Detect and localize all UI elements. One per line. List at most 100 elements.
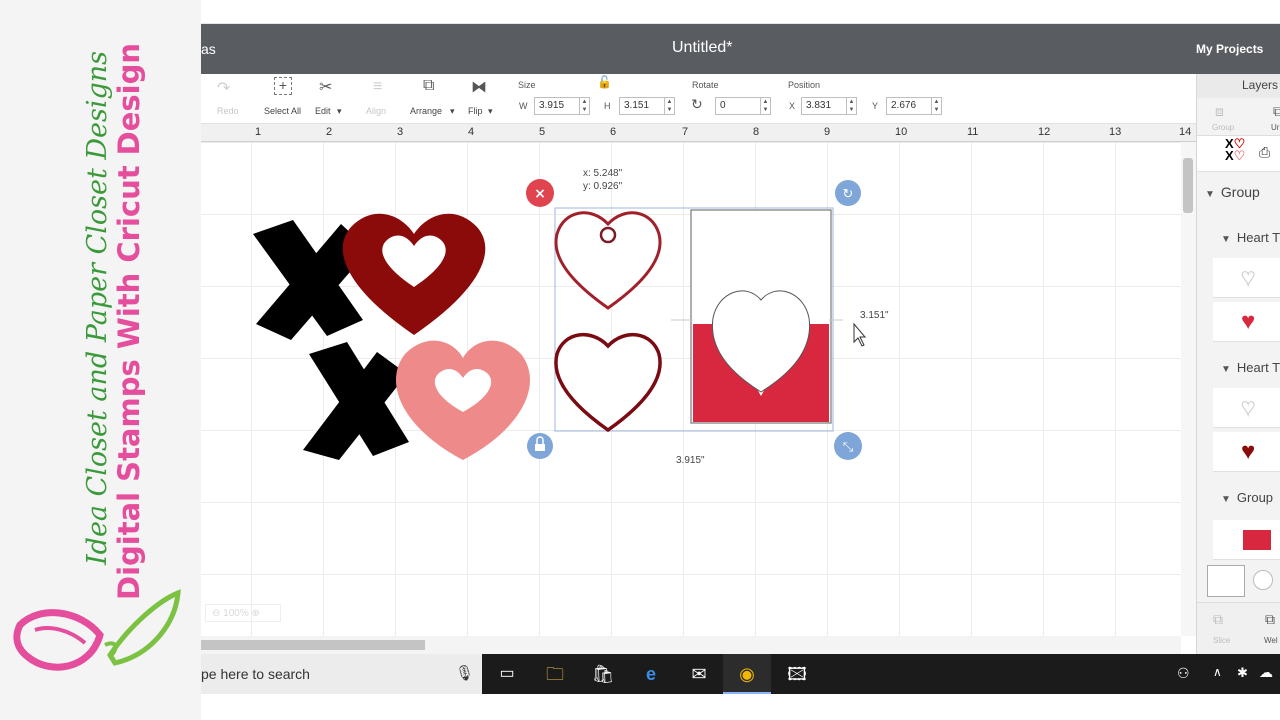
- lock-aspect-icon[interactable]: 🔓: [597, 75, 612, 89]
- group-icon[interactable]: ⧈: [1215, 103, 1224, 120]
- edit-icon[interactable]: ✂: [319, 77, 332, 97]
- tray-chevron-icon[interactable]: ∧: [1213, 665, 1222, 679]
- edit-label[interactable]: Edit: [315, 106, 331, 116]
- arrange-dropdown-icon[interactable]: ▾: [450, 106, 455, 117]
- edge-icon[interactable]: e: [627, 654, 675, 694]
- arrange-label[interactable]: Arrange: [410, 106, 442, 116]
- mouse-cursor-icon: [853, 322, 867, 347]
- collapse-triangle-icon[interactable]: ▼: [1221, 234, 1231, 245]
- redo-icon[interactable]: ↷: [217, 78, 230, 98]
- layer-group-1[interactable]: ▼ Group: [1197, 184, 1280, 200]
- layer-heart-group-1[interactable]: ▼ Heart T: [1197, 230, 1280, 245]
- layer-item-root[interactable]: X♡ X♡ ⎙: [1197, 136, 1280, 172]
- weld-icon[interactable]: ⧉: [1265, 611, 1275, 628]
- align-icon: ≡: [373, 78, 383, 95]
- rotate-stepper-icon[interactable]: ▲ ▼: [760, 98, 770, 114]
- my-projects-link[interactable]: My Projects: [1196, 42, 1263, 56]
- edit-dropdown-icon[interactable]: ▾: [337, 106, 342, 117]
- collapse-triangle-icon[interactable]: ▼: [1205, 189, 1215, 200]
- flip-dropdown-icon[interactable]: ▾: [488, 106, 493, 117]
- layer-group-2[interactable]: ▼ Group: [1197, 490, 1280, 505]
- people-icon[interactable]: ⚇: [1177, 665, 1190, 682]
- photos-icon[interactable]: 🖾: [773, 654, 821, 694]
- heart-tag-outline[interactable]: [554, 211, 662, 310]
- microphone-icon[interactable]: 🎙: [455, 664, 474, 682]
- layer-white-heart-2[interactable]: ♥: [1213, 388, 1280, 428]
- position-y-stepper-icon[interactable]: ▲ ▼: [931, 98, 941, 114]
- browser-top-bar: [201, 0, 1280, 24]
- weld-label[interactable]: Wel: [1264, 636, 1278, 645]
- vertical-scrollbar[interactable]: [1181, 142, 1196, 636]
- vertical-scroll-thumb[interactable]: [1183, 158, 1193, 213]
- layer-dark-red-heart[interactable]: ♥: [1213, 432, 1280, 472]
- canvas-artwork: × ↻ ⤡: [253, 179, 867, 460]
- collapse-triangle-icon[interactable]: ▼: [1221, 494, 1231, 505]
- chrome-icon[interactable]: ◉: [723, 654, 771, 694]
- rotate-handle[interactable]: ↻: [835, 180, 861, 206]
- taskbar-search-box[interactable]: pe here to search 🎙: [201, 654, 482, 694]
- height-field[interactable]: 3.151 ▲ ▼: [619, 97, 675, 115]
- delete-handle[interactable]: ×: [526, 179, 554, 207]
- design-canvas[interactable]: × ↻ ⤡ x: 5.248" y: 0.926" 3.151" 3.915" …: [201, 142, 1181, 636]
- layer-heart-group-2[interactable]: ▼ Heart T: [1197, 360, 1280, 375]
- heart-outline[interactable]: [554, 332, 662, 433]
- layer-red-heart[interactable]: ♥: [1213, 302, 1280, 342]
- zoom-level: 100%: [223, 608, 249, 619]
- heart-pocket-card[interactable]: [671, 209, 843, 424]
- group-button-label[interactable]: Group: [1212, 123, 1234, 132]
- mail-icon[interactable]: ✉: [675, 654, 723, 694]
- store-icon[interactable]: 🛍: [579, 654, 627, 694]
- position-y-field[interactable]: 2.676 ▲ ▼: [886, 97, 942, 115]
- resize-handle[interactable]: ⤡: [834, 432, 862, 460]
- rotate-icon: ↻: [691, 96, 703, 112]
- select-all-label[interactable]: Select All: [264, 106, 301, 116]
- pink-heart[interactable]: [396, 340, 530, 460]
- svg-text:↻: ↻: [843, 187, 854, 202]
- ruler-tick: 5: [539, 126, 546, 138]
- width-field[interactable]: 3.915 ▲ ▼: [534, 97, 590, 115]
- ruler-tick: 3: [397, 126, 404, 138]
- onedrive-icon[interactable]: ☁: [1259, 664, 1273, 681]
- ruler-tick: 10: [895, 126, 908, 138]
- canvas-color-swatch[interactable]: [1253, 570, 1273, 590]
- width-stepper-icon[interactable]: ▲ ▼: [579, 98, 589, 114]
- file-explorer-icon[interactable]: 🗀: [531, 654, 579, 694]
- pocket-thumbnail-icon: [1243, 530, 1271, 550]
- arrange-icon[interactable]: ⧉: [423, 77, 434, 95]
- select-all-icon[interactable]: +: [274, 77, 292, 95]
- black-x-bottom[interactable]: [303, 342, 409, 460]
- rotate-field[interactable]: 0 ▲ ▼: [715, 97, 771, 115]
- layer-white-heart[interactable]: ♥: [1213, 258, 1280, 298]
- layers-panel-title: Layers: [1197, 74, 1280, 98]
- ruler-tick: 9: [824, 126, 831, 138]
- print-icon[interactable]: ⎙: [1259, 144, 1270, 161]
- flip-icon[interactable]: ⧓: [471, 77, 487, 97]
- position-x-stepper-icon[interactable]: ▲ ▼: [846, 98, 856, 114]
- layer-actions: ⧈ Group ⧉ Ur: [1197, 98, 1280, 136]
- position-label: Position: [788, 80, 821, 90]
- zoom-out-icon[interactable]: ⊖: [212, 608, 223, 619]
- height-stepper-icon[interactable]: ▲ ▼: [664, 98, 674, 114]
- zoom-control[interactable]: ⊖ 100% ⊕: [205, 604, 281, 622]
- dark-red-heart[interactable]: [342, 213, 486, 335]
- dropbox-icon[interactable]: ✱: [1237, 665, 1248, 681]
- layer-pocket[interactable]: [1213, 520, 1280, 560]
- position-x-field[interactable]: 3.831 ▲ ▼: [801, 97, 857, 115]
- blank-canvas-swatch[interactable]: [1207, 565, 1245, 597]
- collapse-triangle-icon[interactable]: ▼: [1221, 364, 1231, 375]
- ungroup-icon[interactable]: ⧉: [1273, 103, 1280, 120]
- ruler-tick: 8: [753, 126, 760, 138]
- ruler-tick: 11: [967, 126, 979, 138]
- task-view-icon[interactable]: ▭: [483, 654, 531, 694]
- zoom-in-icon[interactable]: ⊕: [249, 608, 260, 619]
- tulip-logo: [13, 589, 181, 671]
- horizontal-scroll-thumb[interactable]: [201, 640, 425, 650]
- canvas-label-fragment: as: [201, 41, 216, 57]
- flip-label[interactable]: Flip: [468, 106, 483, 116]
- svg-text:×: ×: [534, 186, 546, 202]
- ungroup-button-label[interactable]: Ur: [1271, 123, 1279, 132]
- coord-x-readout: x: 5.248": [583, 168, 623, 179]
- lock-handle[interactable]: [527, 433, 553, 459]
- slice-label: Slice: [1213, 636, 1231, 645]
- slice-icon: ⧉: [1213, 611, 1223, 627]
